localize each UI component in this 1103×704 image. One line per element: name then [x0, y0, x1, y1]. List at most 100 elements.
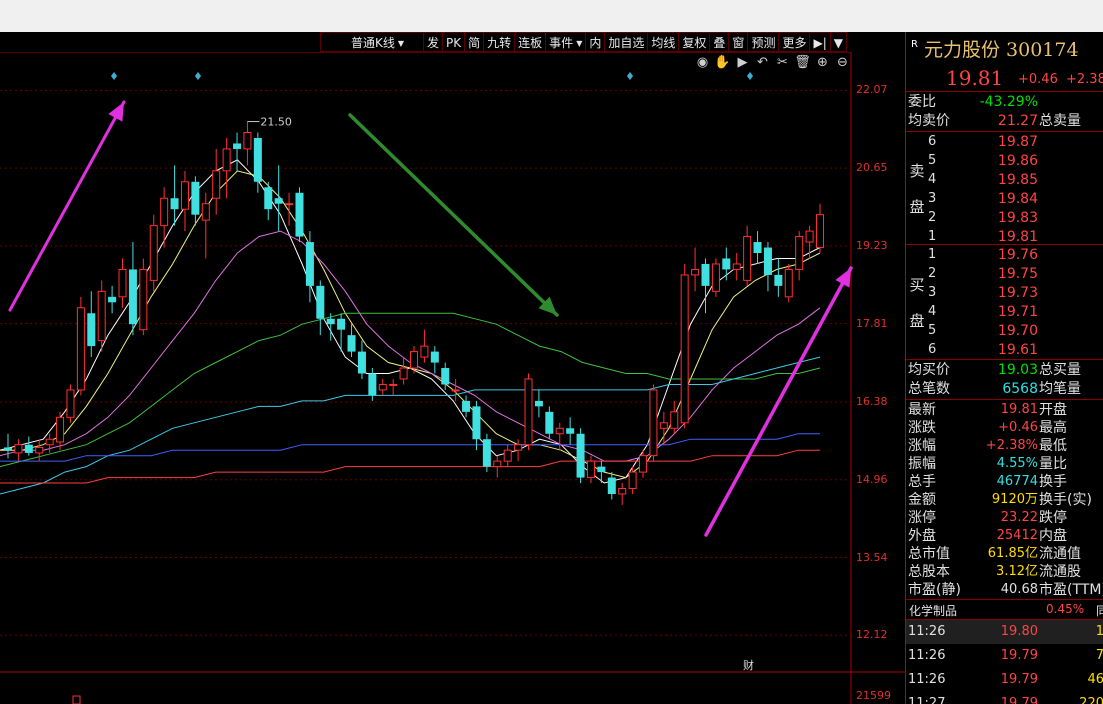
toolbar-button-0[interactable]: 普通K线 [320, 32, 424, 52]
divider [906, 131, 1103, 132]
order-level: 5 [928, 153, 937, 168]
sell-order-row[interactable]: 2 19.83 [906, 209, 1103, 227]
scissors-icon[interactable]: ✂ [774, 54, 791, 71]
zoom-out-icon[interactable]: ⊖ [834, 54, 851, 71]
volume-bar [72, 695, 81, 704]
stat-label: 最新 [908, 402, 936, 418]
candle-body [566, 428, 575, 434]
order-level: 5 [928, 323, 937, 338]
tick-volume: 46 [1087, 672, 1103, 687]
stat-label: 总股本 [908, 564, 950, 580]
stat-label: 涨停 [908, 510, 936, 526]
sell-order-row[interactable]: 5 19.86 [906, 152, 1103, 170]
stat-label: 涨跌 [908, 420, 936, 436]
hand-icon[interactable]: ✋ [714, 54, 731, 71]
candle-body [368, 373, 377, 396]
order-price: 19.84 [997, 191, 1038, 207]
candle-body [514, 444, 523, 451]
candle-body [378, 383, 387, 391]
undo-icon[interactable]: ↶ [754, 54, 771, 71]
buy-order-row[interactable]: 3 19.73 [906, 284, 1103, 302]
total-buy-label: 总买量 [1039, 362, 1081, 378]
avg-sell-label: 均卖价 [908, 113, 950, 129]
order-price: 19.71 [997, 304, 1038, 320]
toolbar-button-2[interactable]: PK [443, 32, 466, 52]
candle-body [35, 446, 44, 454]
weibi-row: 委比 -43.29% [906, 93, 1103, 111]
order-price: 19.73 [997, 285, 1038, 301]
candle-body [430, 351, 439, 363]
finance-tag[interactable]: 财 [743, 657, 754, 673]
ma-line-6 [0, 449, 820, 484]
tick-row[interactable]: 11:26 19.79 46 [906, 668, 1103, 692]
order-price: 19.85 [997, 172, 1038, 188]
sell-order-row[interactable]: 6 19.87 [906, 133, 1103, 151]
toolbar-button-13[interactable]: 预测 [748, 32, 780, 52]
order-level: 2 [928, 210, 937, 225]
ma-line-1 [0, 170, 821, 479]
toolbar-button-4[interactable]: 九转 [484, 32, 516, 52]
order-level: 1 [928, 247, 937, 262]
tick-price: 19.79 [1000, 672, 1038, 687]
candle-body [534, 400, 543, 407]
candle-body [118, 268, 127, 298]
candle-body [295, 192, 304, 237]
buy-order-row[interactable]: 6 19.61 [906, 341, 1103, 359]
toolbar-button-10[interactable]: 复权 [679, 32, 711, 52]
stat-value: 4.55% [996, 456, 1038, 471]
toolbar-button-1[interactable]: 发 [424, 32, 444, 52]
zoom-in-icon[interactable]: ⊕ [814, 54, 831, 71]
candle-body [4, 447, 12, 451]
stat-row: 涨停 23.22 跌停 [906, 509, 1103, 527]
toolbar-button-12[interactable]: 窗 [729, 32, 749, 52]
tick-row[interactable]: 11:26 19.79 7 [906, 644, 1103, 668]
trash-icon[interactable]: 🗑 [794, 54, 811, 71]
buy-order-row[interactable]: 1 19.76 [906, 246, 1103, 264]
sector-more: 同 [1096, 602, 1103, 619]
toolbar-button-6[interactable]: 事件 [546, 32, 587, 52]
buy-order-row[interactable]: 2 19.75 [906, 265, 1103, 283]
stat-label-right: 流通值 [1039, 546, 1081, 562]
stat-value: 25412 [996, 528, 1038, 543]
toolbar-button-14[interactable]: 更多 [779, 32, 811, 52]
toolbar-button-3[interactable]: 简 [465, 32, 485, 52]
toolbar-button-5[interactable]: 连板 [515, 32, 547, 52]
order-price: 19.70 [997, 323, 1038, 339]
candle-body [784, 268, 793, 298]
buy-order-row[interactable]: 5 19.70 [906, 322, 1103, 340]
ma-line-5 [0, 433, 820, 462]
stat-label: 外盘 [908, 528, 936, 544]
sell-order-row[interactable]: 3 19.84 [906, 190, 1103, 208]
sector-row[interactable]: 化学制品 0.45% 同 [906, 600, 1103, 620]
stat-label-right: 内盘 [1039, 528, 1067, 544]
candle-body [451, 389, 460, 392]
candle-body [753, 242, 762, 254]
play-icon[interactable]: ▶ [734, 54, 751, 71]
candle-body [763, 247, 772, 275]
stat-value: +2.38% [985, 438, 1038, 453]
eye-icon[interactable]: ◉ [694, 54, 711, 71]
candle-body [774, 274, 783, 286]
candle-body [139, 268, 148, 331]
buy-order-row[interactable]: 4 19.71 [906, 303, 1103, 321]
stat-row: 金额 9120万 换手(实) [906, 491, 1103, 509]
stat-value: 9120万 [991, 492, 1038, 507]
event-marker-icon [627, 72, 633, 80]
tick-time: 11:27 [908, 696, 946, 704]
toolbar-button-8[interactable]: 加自选 [605, 32, 649, 52]
candle-body [639, 455, 648, 473]
stat-label: 总市值 [908, 546, 950, 562]
sell-order-row[interactable]: 4 19.85 [906, 171, 1103, 189]
toolbar-button-15[interactable]: ▶| [810, 32, 831, 52]
toolbar-button-11[interactable]: 叠 [710, 32, 730, 52]
candle-body [264, 187, 273, 210]
toolbar-button-16[interactable]: ▼ [830, 32, 847, 52]
tick-row[interactable]: 11:26 19.80 1 [906, 620, 1103, 644]
toolbar-button-9[interactable]: 均线 [648, 32, 680, 52]
stat-row: 涨跌 +0.46 最高 [906, 419, 1103, 437]
candle-body [212, 170, 221, 199]
tick-row[interactable]: 11:27 19.79 220 [906, 692, 1103, 704]
toolbar-button-7[interactable]: 内 [586, 32, 606, 52]
candle-body [732, 263, 741, 270]
kline-chart[interactable]: 21.50 [0, 52, 905, 704]
